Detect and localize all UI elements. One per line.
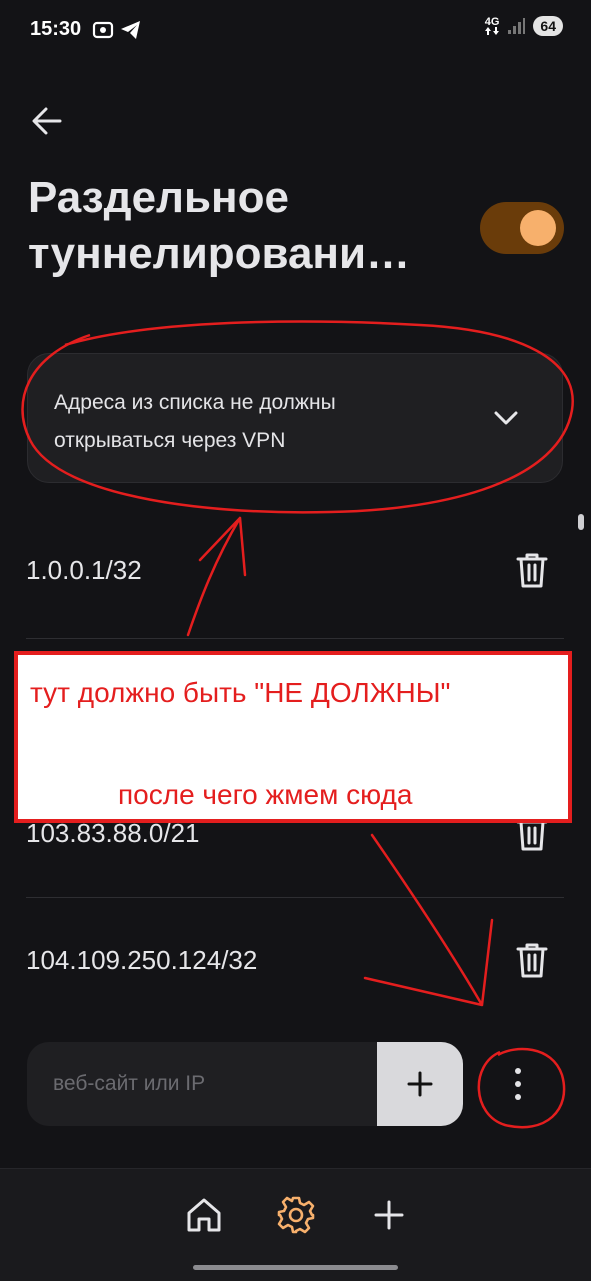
trash-icon	[516, 943, 548, 978]
entry-address: 104.109.250.124/32	[26, 945, 258, 975]
page-title-line1: Раздельное	[28, 173, 289, 222]
status-time: 15:30	[30, 18, 82, 40]
plus-icon	[407, 1071, 433, 1097]
screen-record-icon	[92, 20, 116, 45]
plus-icon	[374, 1200, 404, 1230]
divider	[26, 638, 564, 639]
trash-icon	[516, 553, 548, 588]
mode-select-line1: Адреса из списка не должны	[54, 391, 336, 414]
back-button[interactable]	[30, 104, 64, 138]
nav-home[interactable]	[184, 1195, 224, 1235]
more-dot	[515, 1094, 521, 1100]
mode-select-line2: открываться через VPN	[54, 429, 286, 452]
more-options-button[interactable]	[494, 1058, 542, 1110]
delete-entry-button[interactable]	[512, 940, 552, 980]
more-dot	[515, 1081, 521, 1087]
annotation-text-2: после чего жмем сюда	[118, 779, 413, 810]
mode-select[interactable]: Адреса из списка не должны открываться ч…	[27, 353, 563, 483]
toggle-knob	[520, 210, 556, 246]
annotation-text-1: тут должно быть "НЕ ДОЛЖНЫ"	[30, 677, 451, 708]
annotation-note: тут должно быть "НЕ ДОЛЖНЫ" после чего ж…	[14, 651, 572, 823]
page-title: Раздельное туннелировани…	[28, 170, 448, 282]
battery-badge: 64	[533, 16, 563, 36]
nav-add[interactable]	[369, 1195, 409, 1235]
gear-icon	[277, 1196, 315, 1234]
website-or-ip-input[interactable]	[27, 1042, 377, 1126]
arrow-left-icon	[32, 107, 62, 135]
entry-address: 1.0.0.1/32	[26, 555, 142, 585]
status-indicators: 4G 64	[485, 16, 563, 36]
network-type: 4G	[484, 16, 500, 28]
data-arrows-icon	[485, 27, 500, 35]
network-indicator: 4G	[484, 16, 500, 35]
nav-settings[interactable]	[276, 1195, 316, 1235]
list-item: 1.0.0.1/32	[0, 505, 591, 635]
add-entry-button[interactable]	[377, 1042, 463, 1126]
mode-select-label: Адреса из списка не должны открываться ч…	[54, 384, 474, 460]
more-vertical-icon	[515, 1068, 521, 1074]
page-title-line2: туннелировани…	[28, 229, 411, 278]
telegram-icon	[120, 20, 142, 45]
list-item: 104.109.250.124/32	[0, 895, 591, 1025]
add-entry-field	[27, 1042, 463, 1126]
chevron-down-icon	[494, 411, 518, 425]
gesture-bar[interactable]	[193, 1265, 398, 1270]
home-icon	[187, 1198, 221, 1232]
split-tunneling-toggle[interactable]	[480, 202, 564, 254]
signal-icon	[508, 18, 526, 34]
delete-entry-button[interactable]	[512, 550, 552, 590]
